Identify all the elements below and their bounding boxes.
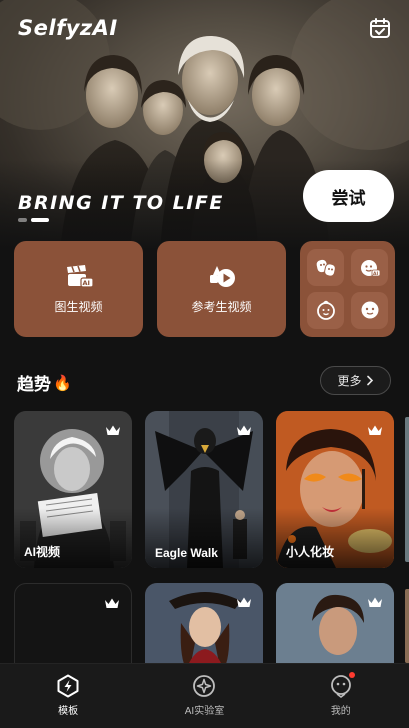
nav-label: 我的 [330, 706, 351, 717]
nav-ai-lab[interactable]: AI实验室 [136, 664, 272, 728]
carousel-dot-active [31, 218, 49, 222]
trends-heading: 趋势 🔥 [17, 370, 72, 395]
image-to-video-icon: AI [66, 265, 94, 288]
svg-text:AI: AI [82, 279, 89, 287]
bottom-navigation: 模板 AI实验室 我的 [0, 663, 409, 728]
nav-profile[interactable]: 我的 [273, 664, 409, 728]
feature-label: 图生视频 [54, 300, 103, 314]
carousel-indicator [18, 218, 49, 222]
notification-badge [348, 672, 355, 678]
trend-card[interactable]: Eagle Walk [145, 411, 263, 568]
baby-face-tool[interactable] [307, 291, 344, 329]
crown-icon [106, 425, 120, 435]
profile-icon [330, 675, 351, 698]
baby-face-icon [316, 300, 335, 320]
calendar-icon[interactable] [369, 17, 391, 39]
template-icon [57, 674, 79, 698]
ai-face-icon: AI [360, 259, 380, 276]
mini-tools-panel: AI [300, 241, 395, 337]
chevron-right-icon [366, 375, 373, 386]
masks-swap-icon [316, 259, 336, 277]
trend-card[interactable]: 小人化妆 [276, 411, 394, 568]
image-to-video-card[interactable]: AI 图生视频 [14, 241, 143, 337]
nav-templates[interactable]: 模板 [0, 664, 136, 728]
fire-icon: 🔥 [53, 374, 72, 392]
hero-title: BRING IT TO LIFE [18, 192, 224, 214]
more-label: 更多 [337, 374, 362, 388]
card-caption: 小人化妆 [286, 545, 335, 559]
app-logo: SelfyzAI [18, 16, 118, 40]
reference-video-card[interactable]: 参考生视频 [157, 241, 286, 337]
card-caption: AI视频 [24, 545, 61, 559]
reference-video-icon [209, 266, 235, 287]
next-card-edge [405, 589, 409, 663]
nav-label: 模板 [58, 706, 79, 717]
trends-title: 趋势 [17, 375, 51, 394]
try-button[interactable]: 尝试 [303, 170, 394, 222]
face-emoji-tool[interactable] [351, 291, 388, 329]
crown-icon [368, 425, 382, 435]
hero-banner[interactable]: SelfyzAI BRING IT TO LIFE 尝试 [0, 0, 409, 250]
carousel-dot [18, 218, 27, 222]
crown-icon [237, 597, 251, 607]
crown-icon [237, 425, 251, 435]
trend-card[interactable]: AI视频 [14, 411, 132, 568]
next-card-edge [405, 417, 409, 562]
svg-text:AI: AI [373, 270, 378, 276]
more-button[interactable]: 更多 [320, 366, 391, 395]
face-emoji-icon [361, 301, 378, 319]
ai-lab-icon [193, 675, 216, 697]
card-caption: Eagle Walk [155, 546, 218, 560]
nav-label: AI实验室 [184, 706, 225, 717]
masks-swap-tool[interactable] [307, 249, 344, 286]
crown-icon [105, 598, 119, 608]
ai-face-tool[interactable]: AI [351, 249, 388, 286]
feature-label: 参考生视频 [191, 300, 252, 314]
crown-icon [368, 597, 382, 607]
